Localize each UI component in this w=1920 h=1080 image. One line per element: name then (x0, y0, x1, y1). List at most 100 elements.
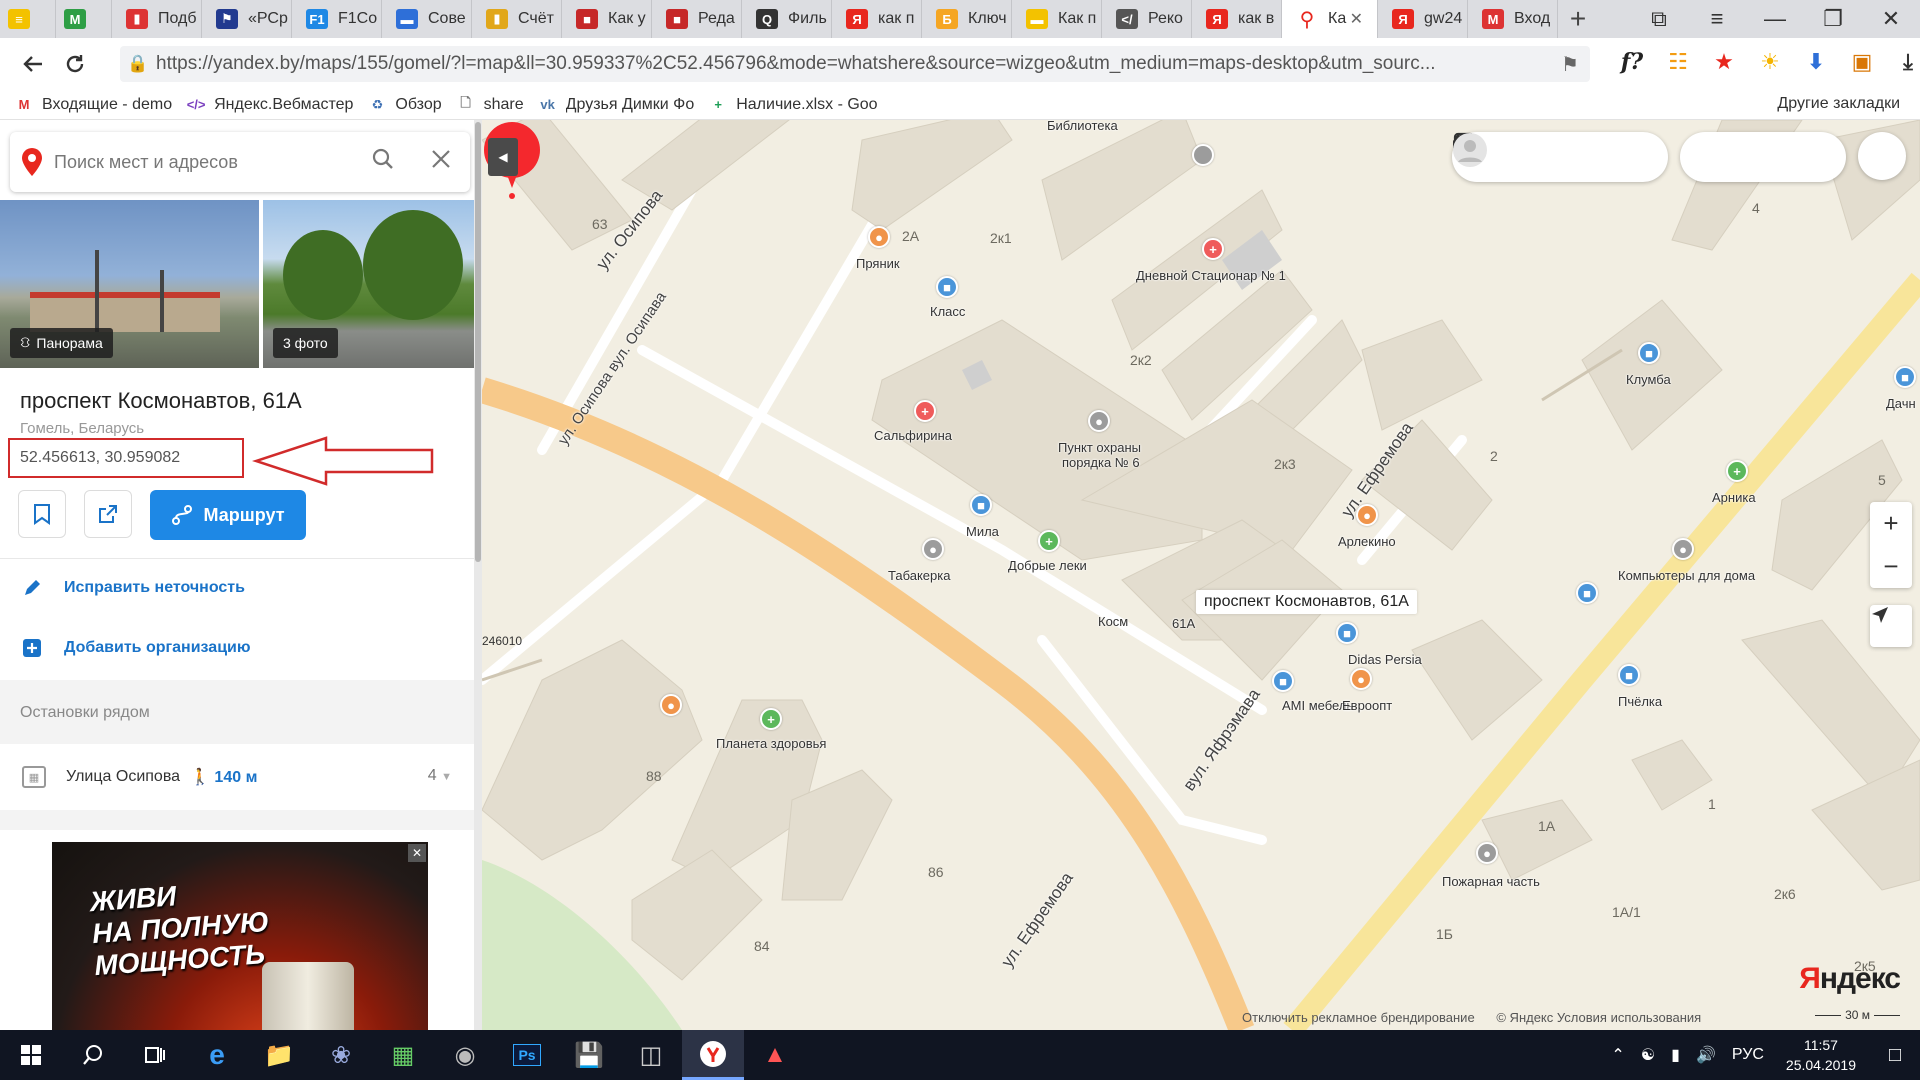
formula-extension-icon[interactable]: f? (1616, 46, 1648, 78)
browser-tab[interactable]: </ Реко (1102, 0, 1192, 38)
poi-label[interactable]: порядка № 6 (1062, 455, 1140, 470)
search-button[interactable] (354, 148, 412, 177)
app-tool[interactable]: ▲ (744, 1030, 806, 1080)
chevron-up-icon[interactable]: ⌃ (1611, 1045, 1624, 1065)
menu-button[interactable] (1455, 132, 1838, 182)
bookmark-item[interactable]: + Наличие.xlsx - Goo (708, 96, 877, 114)
map-canvas[interactable]: ул. Осипова ул. Осипова вул. Осипава ул.… (482, 120, 1920, 1030)
stop-routes-count[interactable]: 4 ▼ (428, 767, 452, 785)
browser-tab[interactable]: ▮ Счёт (472, 0, 562, 38)
save-bookmark-button[interactable] (18, 490, 66, 538)
share-button[interactable] (84, 490, 132, 538)
poi-label[interactable]: Мила (966, 524, 999, 539)
poi-fire-station-icon[interactable]: ● (1476, 842, 1498, 864)
address-text[interactable]: https://yandex.by/maps/155/gomel/?l=map&… (156, 53, 1550, 75)
poi-shop-icon[interactable]: ■ (970, 494, 992, 516)
poi-label[interactable]: Евроопт (1342, 698, 1392, 713)
poi-label[interactable]: Табакерка (888, 568, 950, 583)
panorama-label[interactable]: ⛻ Панорама (10, 328, 113, 358)
ad-close-button[interactable]: ✕ (408, 844, 426, 862)
poi-label[interactable]: Пряник (856, 256, 900, 271)
panorama-photo[interactable]: ⛻ Панорама (0, 200, 259, 368)
panorama-button[interactable] (1454, 132, 1560, 182)
poi-grocery-icon[interactable]: ● (1350, 668, 1372, 690)
volume-icon[interactable]: 🔊 (1696, 1045, 1716, 1065)
poi-kiosk-icon[interactable]: ● (922, 538, 944, 560)
bookmark-item[interactable]: M Входящие - demo (14, 96, 173, 114)
browser-tab[interactable]: Б Ключ (922, 0, 1012, 38)
poi-shop-icon[interactable]: ■ (1336, 622, 1358, 644)
search-input[interactable] (54, 151, 354, 173)
poi-label[interactable]: Пункт охраны (1058, 440, 1141, 455)
poi-label[interactable]: Клумба (1626, 372, 1671, 387)
browser-tab[interactable]: ▮ Подб (112, 0, 202, 38)
app-paint[interactable]: ❀ (310, 1030, 372, 1080)
poi-shop-icon[interactable]: ● (1356, 504, 1378, 526)
print-button[interactable] (1453, 132, 1788, 182)
street-photo[interactable]: 3 фото (263, 200, 474, 368)
poi-label[interactable]: Косм (1098, 614, 1128, 629)
clock[interactable]: 11:57 25.04.2019 (1786, 1035, 1856, 1075)
poi-label[interactable]: Класс (930, 304, 965, 319)
poi-shop-icon[interactable]: ● (660, 694, 682, 716)
close-tab-icon[interactable]: ✕ (1350, 9, 1363, 29)
browser-tab[interactable]: M Вход (1468, 0, 1558, 38)
explorer-app[interactable]: 📁 (248, 1030, 310, 1080)
poi-label[interactable]: Арлекино (1338, 534, 1396, 549)
browser-tab[interactable]: ■ Как у (562, 0, 652, 38)
browser-tab[interactable]: ⚑ «РСр (202, 0, 292, 38)
language-indicator[interactable]: РУС (1732, 1046, 1764, 1064)
fix-inaccuracy-link[interactable]: Исправить неточность (22, 578, 245, 598)
poi-label[interactable]: Дачн (1886, 396, 1916, 411)
new-tab-button[interactable]: + (1558, 0, 1598, 38)
poi-medical-icon[interactable]: + (1202, 238, 1224, 260)
disable-branding-link[interactable]: Отключить рекламное брендирование (1242, 1010, 1475, 1025)
reload-button[interactable] (54, 43, 96, 85)
poi-flowers-icon[interactable]: ■ (1638, 342, 1660, 364)
download-extension-icon[interactable]: ⬇ (1800, 46, 1832, 78)
minimize-icon[interactable]: — (1746, 0, 1804, 38)
wifi-icon[interactable]: ☯ (1641, 1045, 1655, 1065)
bookmark-panel-icon[interactable]: ⧉ (1630, 0, 1688, 38)
browser-tab[interactable]: M (56, 0, 112, 38)
poi-gray-icon[interactable] (1192, 144, 1214, 166)
poi-police-icon[interactable]: ● (1088, 410, 1110, 432)
poi-label[interactable]: Компьютеры для дома (1618, 568, 1755, 583)
rss-icon[interactable]: ☷ (1662, 46, 1694, 78)
bookmark-item[interactable]: vk Друзья Димки Фо (538, 96, 694, 114)
close-window-icon[interactable]: ✕ (1862, 0, 1920, 38)
zoom-in-button[interactable]: + (1870, 502, 1912, 545)
poi-label[interactable]: Didas Persia (1348, 652, 1422, 667)
stop-item[interactable]: ▦ Улица Осипова 🚶 140 м 4 ▼ (0, 747, 474, 807)
layers-button[interactable] (1452, 132, 1660, 182)
poi-medical-icon[interactable]: + (914, 400, 936, 422)
app-calc[interactable]: ▦ (372, 1030, 434, 1080)
transit-button[interactable] (1453, 132, 1610, 182)
poi-shop-icon[interactable]: ■ (1618, 664, 1640, 686)
poi-shop-icon[interactable]: ■ (936, 276, 958, 298)
ruler-button[interactable] (1453, 132, 1738, 182)
user-avatar[interactable] (1453, 132, 1906, 180)
start-button[interactable] (0, 1030, 62, 1080)
address-bar[interactable]: 🔒 https://yandex.by/maps/155/gomel/?l=ma… (120, 46, 1590, 82)
bookmark-item[interactable]: 🗋 share (456, 96, 523, 114)
bookmark-icon[interactable]: ⚑ (1550, 52, 1590, 77)
ad-banner[interactable]: ЖИВИ НА ПОЛНУЮ МОЩНОСТЬ ✕ (52, 842, 428, 1030)
photo-count-label[interactable]: 3 фото (273, 328, 338, 358)
my-location-button[interactable] (1870, 605, 1912, 647)
browser-tab[interactable]: Якак п (832, 0, 922, 38)
poi-pharmacy-icon[interactable]: + (760, 708, 782, 730)
poi-label[interactable]: Дневной Стационар № 1 (1136, 268, 1286, 283)
edge-app[interactable]: e (186, 1030, 248, 1080)
poi-shop-icon[interactable]: ■ (1894, 366, 1916, 388)
poi-shop-icon[interactable]: ■ (1576, 582, 1598, 604)
calendar-extension-icon[interactable]: ▣ (1846, 46, 1878, 78)
clear-search-button[interactable] (412, 148, 470, 176)
bookmark-item[interactable]: </> Яндекс.Вебмастер (186, 96, 354, 114)
bookmark-item[interactable]: ♻ Обзор (367, 96, 442, 114)
poi-furniture-icon[interactable]: ■ (1272, 670, 1294, 692)
app-save[interactable]: 💾 (558, 1030, 620, 1080)
app-window[interactable]: ◫ (620, 1030, 682, 1080)
poi-pharmacy-icon[interactable]: + (1038, 530, 1060, 552)
weather-icon[interactable]: ☀ (1754, 46, 1786, 78)
